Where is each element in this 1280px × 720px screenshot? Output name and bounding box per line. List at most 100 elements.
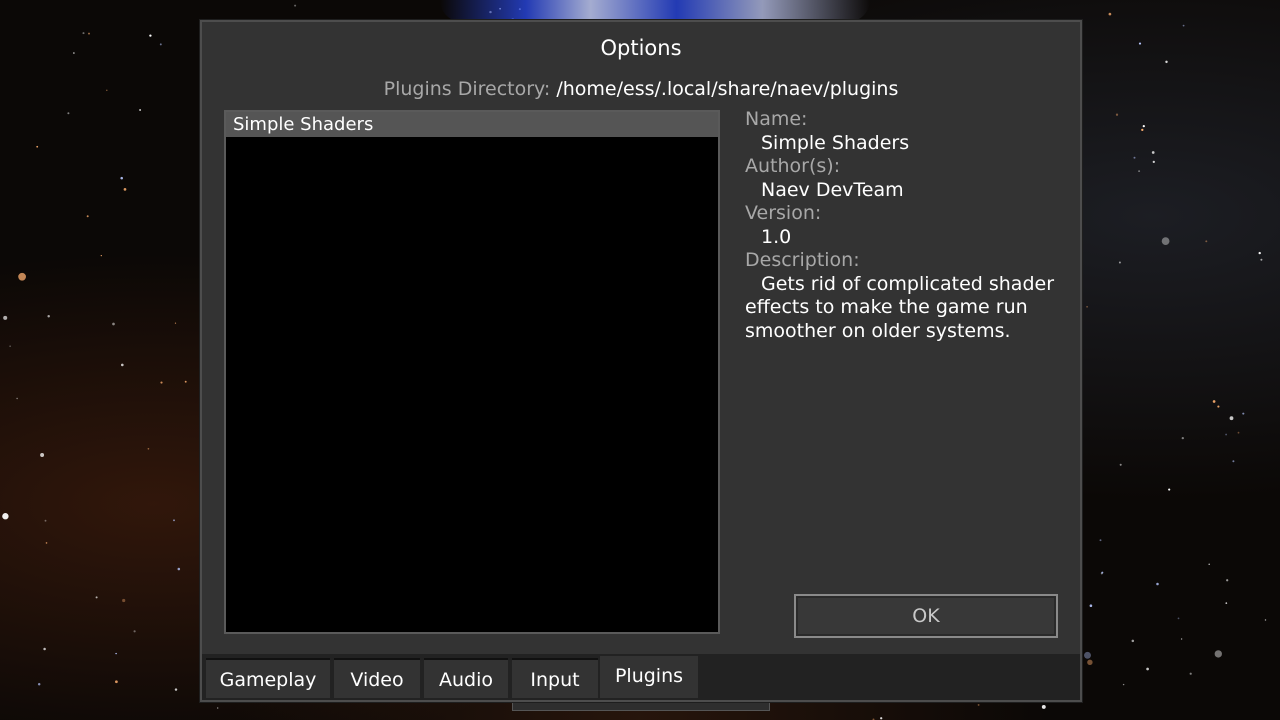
star	[1226, 579, 1229, 582]
star	[977, 703, 980, 706]
star	[1165, 60, 1168, 64]
star	[1101, 571, 1104, 574]
star	[1122, 683, 1125, 686]
plugin-list-item[interactable]: Simple Shaders	[226, 112, 718, 137]
star	[123, 188, 127, 191]
description-label: Description:	[745, 249, 860, 271]
star	[294, 4, 297, 7]
star	[3, 315, 8, 320]
star	[217, 707, 219, 709]
plugins-directory-label: Plugins Directory:	[383, 78, 551, 100]
star	[1115, 113, 1119, 116]
star	[1156, 582, 1159, 586]
star	[43, 647, 46, 651]
star	[1141, 128, 1144, 132]
star	[67, 112, 70, 115]
star	[2, 513, 9, 520]
star	[1258, 251, 1261, 255]
plugins-directory-line: Plugins Directory: /home/ess/.local/shar…	[202, 78, 1080, 100]
star	[1217, 405, 1220, 408]
ok-button[interactable]: OK	[794, 594, 1058, 638]
star	[1118, 261, 1121, 264]
version-value: 1.0	[761, 225, 792, 248]
star	[1142, 124, 1145, 128]
star	[1229, 416, 1234, 421]
tab-video[interactable]: Video	[334, 658, 420, 698]
star	[1182, 24, 1185, 27]
star	[147, 447, 150, 450]
star	[82, 32, 85, 35]
star	[880, 717, 883, 720]
options-window: Options Plugins Directory: /home/ess/.lo…	[200, 20, 1082, 702]
star	[1225, 433, 1228, 436]
star	[9, 345, 11, 347]
star	[88, 32, 90, 35]
star	[86, 215, 89, 218]
star	[1089, 604, 1093, 607]
star	[1181, 436, 1184, 440]
author-value: Naev DevTeam	[761, 178, 904, 201]
star	[1099, 539, 1102, 542]
star	[1180, 638, 1183, 640]
star	[133, 630, 136, 633]
star	[1133, 156, 1136, 159]
star	[44, 519, 47, 522]
star	[1205, 240, 1208, 243]
star	[1189, 672, 1192, 675]
star	[1225, 602, 1228, 604]
star	[40, 453, 45, 457]
author-label: Author(s):	[745, 155, 841, 177]
tab-audio[interactable]: Audio	[424, 658, 508, 698]
game-logo-fragment	[440, 0, 870, 22]
star	[120, 176, 123, 180]
star	[1232, 460, 1235, 463]
tab-plugins[interactable]: Plugins	[600, 656, 698, 698]
star	[173, 519, 175, 522]
star	[115, 652, 117, 655]
star	[1041, 704, 1046, 709]
star	[1264, 619, 1267, 621]
star	[36, 145, 39, 148]
star	[37, 683, 41, 686]
star	[106, 89, 108, 92]
star	[120, 363, 124, 367]
star	[159, 43, 162, 46]
star	[1214, 650, 1222, 658]
star	[174, 322, 177, 324]
star	[1208, 563, 1210, 566]
star	[112, 322, 115, 326]
plugin-list[interactable]: Simple Shaders	[224, 110, 720, 634]
star	[18, 272, 26, 281]
star	[174, 688, 178, 691]
star	[1087, 659, 1093, 666]
star	[160, 381, 163, 384]
star	[1177, 617, 1180, 620]
star	[1212, 400, 1216, 403]
star	[1242, 412, 1245, 415]
tab-gameplay[interactable]: Gameplay	[206, 658, 330, 698]
star	[1152, 160, 1155, 164]
version-label: Version:	[745, 202, 822, 224]
star	[1108, 12, 1112, 16]
tab-input[interactable]: Input	[512, 658, 598, 698]
star	[115, 680, 118, 684]
star	[45, 542, 48, 544]
star	[1168, 488, 1171, 491]
star	[177, 567, 181, 571]
name-label: Name:	[745, 108, 808, 130]
window-title: Options	[600, 36, 682, 60]
plugin-details: Name: Simple Shaders Author(s): Naev Dev…	[745, 108, 1055, 343]
star	[149, 34, 152, 37]
star	[122, 598, 126, 603]
star	[1151, 151, 1155, 154]
star	[47, 314, 50, 318]
star	[184, 380, 187, 383]
star	[1131, 639, 1135, 643]
star	[100, 255, 102, 257]
star	[73, 52, 75, 54]
star	[1146, 667, 1149, 671]
description-value: Gets rid of complicated shader effects t…	[745, 272, 1055, 342]
star	[1260, 258, 1263, 261]
star	[16, 397, 18, 400]
star	[1138, 42, 1142, 45]
